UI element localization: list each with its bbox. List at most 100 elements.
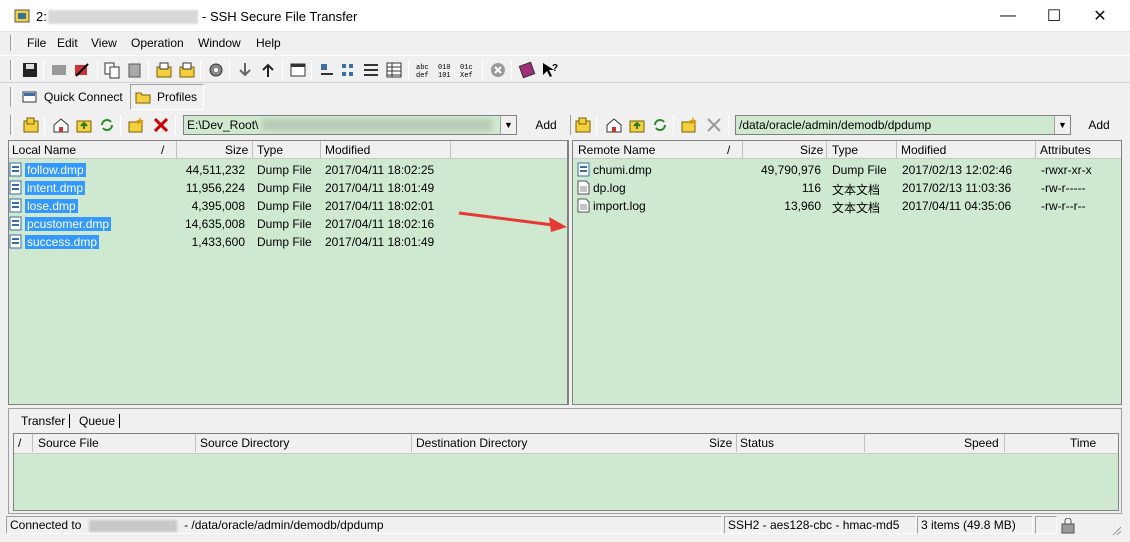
tab-transfer[interactable]: Transfer xyxy=(21,414,71,428)
svg-text:Xef: Xef xyxy=(460,72,473,79)
local-file-size: 14,635,008 xyxy=(184,217,245,231)
local-col-name[interactable]: Local Name xyxy=(12,143,76,157)
local-header: Local Name / Size Type Modified xyxy=(9,141,567,159)
local-file-type: Dump File xyxy=(257,181,312,195)
transfer-list[interactable]: / Source File Source Directory Destinati… xyxy=(13,433,1119,511)
remote-file-modified: 2017/04/11 04:35:06 xyxy=(902,199,1012,213)
minimize-button[interactable]: — xyxy=(985,0,1031,32)
remote-col-size[interactable]: Size xyxy=(800,143,823,157)
local-file-row[interactable]: follow.dmp 44,511,232 Dump File 2017/04/11 … xyxy=(9,161,567,179)
transfer-col-source-dir[interactable]: Source Directory xyxy=(200,436,289,450)
remote-path-dropdown-icon[interactable]: ▼ xyxy=(1054,116,1070,134)
remote-col-name[interactable]: Remote Name xyxy=(578,143,655,157)
transfer-col-size[interactable]: Size xyxy=(709,436,732,450)
copy-icon[interactable] xyxy=(103,61,121,79)
upload-arrow-icon[interactable] xyxy=(259,61,277,79)
menu-view[interactable]: View xyxy=(91,36,117,50)
ascii-mode-icon[interactable]: abcdef xyxy=(415,61,433,79)
settings-icon[interactable] xyxy=(207,61,225,79)
local-parent-folder-icon[interactable] xyxy=(22,116,40,134)
transfer-col-time[interactable]: Time xyxy=(1070,436,1096,450)
local-home-icon[interactable] xyxy=(52,116,70,134)
menu-edit[interactable]: Edit xyxy=(57,36,78,50)
local-path-combo[interactable]: E:\Dev_Root\ ▼ xyxy=(183,115,517,135)
quick-connect-label: Quick Connect xyxy=(44,90,123,104)
stop-icon[interactable] xyxy=(489,61,507,79)
status-path: - /data/oracle/admin/demodb/dpdump xyxy=(184,518,384,532)
remote-file-row[interactable]: chumi.dmp 49,790,976 Dump File 2017/02/13 1… xyxy=(577,161,1121,179)
remote-delete-icon[interactable] xyxy=(705,116,723,134)
local-file-name: intent.dmp xyxy=(25,181,86,195)
profiles-button[interactable]: Profiles xyxy=(130,84,204,110)
remote-parent-folder-icon[interactable] xyxy=(574,116,592,134)
local-refresh-icon[interactable] xyxy=(98,116,116,134)
local-file-row[interactable]: intent.dmp 11,956,224 Dump File 2017/04/11 … xyxy=(9,179,567,197)
remote-file-name: import.log xyxy=(593,199,646,213)
properties-icon[interactable] xyxy=(289,61,307,79)
local-file-pane[interactable]: Local Name / Size Type Modified follow.d… xyxy=(8,140,568,405)
transfer-col-sort: / xyxy=(18,436,22,450)
transfer-col-source-file[interactable]: Source File xyxy=(38,436,99,450)
remote-new-folder-icon[interactable] xyxy=(680,116,698,134)
local-add-button[interactable]: Add xyxy=(527,114,565,136)
menu-file[interactable]: File xyxy=(27,36,46,50)
menu-help[interactable]: Help xyxy=(256,36,281,50)
menu-window[interactable]: Window xyxy=(198,36,241,50)
tab-queue[interactable]: Queue xyxy=(79,414,121,428)
remote-add-button[interactable]: Add xyxy=(1080,114,1118,136)
close-button[interactable]: ✕ xyxy=(1077,0,1123,32)
download-arrow-icon[interactable] xyxy=(236,61,254,79)
list-view-icon[interactable] xyxy=(362,61,380,79)
hidden-host-name xyxy=(48,10,198,24)
save-icon[interactable] xyxy=(21,61,39,79)
remote-path-combo[interactable]: /data/oracle/admin/demodb/dpdump ▼ xyxy=(735,115,1071,135)
context-help-icon[interactable]: ? xyxy=(541,61,559,79)
maximize-button[interactable]: ☐ xyxy=(1031,0,1077,32)
download-folder-icon[interactable] xyxy=(178,61,196,79)
transfer-col-status[interactable]: Status xyxy=(740,436,774,450)
hidden-host xyxy=(88,519,177,532)
remote-file-name: chumi.dmp xyxy=(593,163,652,177)
paste-icon[interactable] xyxy=(126,61,144,79)
remote-file-type: Dump File xyxy=(832,163,887,177)
resize-grip[interactable] xyxy=(1110,524,1122,536)
binary-mode-icon[interactable]: 010101 xyxy=(437,61,455,79)
menu-bar: File Edit View Operation Window Help xyxy=(0,32,1130,54)
local-new-folder-icon[interactable] xyxy=(127,116,145,134)
dump-file-icon xyxy=(9,180,22,195)
small-icons-icon[interactable] xyxy=(340,61,358,79)
local-col-size[interactable]: Size xyxy=(225,143,248,157)
remote-up-folder-icon[interactable] xyxy=(628,116,646,134)
remote-file-row[interactable]: import.log 13,960 文本文档 2017/04/11 04:35:06 -… xyxy=(577,197,1121,215)
large-icons-icon[interactable] xyxy=(318,61,336,79)
upload-folder-icon[interactable] xyxy=(155,61,173,79)
auto-mode-icon[interactable]: 01cXef xyxy=(459,61,477,79)
remote-home-icon[interactable] xyxy=(605,116,623,134)
local-file-name: follow.dmp xyxy=(25,163,86,177)
text-file-icon xyxy=(577,180,590,195)
local-path-dropdown-icon[interactable]: ▼ xyxy=(500,116,516,134)
local-file-row[interactable]: success.dmp 1,433,600 Dump File 2017/04/11 … xyxy=(9,233,567,251)
transfer-col-dest-dir[interactable]: Destination Directory xyxy=(416,436,527,450)
dump-file-icon xyxy=(577,162,590,177)
local-col-type[interactable]: Type xyxy=(257,143,283,157)
remote-file-attributes: -rwxr-xr-x xyxy=(1041,163,1092,177)
remote-col-attributes[interactable]: Attributes xyxy=(1040,143,1091,157)
terminal-icon[interactable] xyxy=(50,61,68,79)
remote-refresh-icon[interactable] xyxy=(651,116,669,134)
help-book-icon[interactable] xyxy=(518,61,536,79)
annotation-arrow xyxy=(458,211,567,232)
remote-file-row[interactable]: dp.log 116 文本文档 2017/02/13 11:03:36 -rw-r---… xyxy=(577,179,1121,197)
menu-operation[interactable]: Operation xyxy=(131,36,184,50)
local-up-folder-icon[interactable] xyxy=(75,116,93,134)
folder-icon xyxy=(135,92,151,104)
quick-connect-button[interactable]: Quick Connect xyxy=(17,84,127,110)
local-col-modified[interactable]: Modified xyxy=(325,143,370,157)
remote-col-type[interactable]: Type xyxy=(832,143,858,157)
remote-file-pane[interactable]: Remote Name / Size Type Modified Attribu… xyxy=(572,140,1122,405)
transfer-col-speed[interactable]: Speed xyxy=(964,436,999,450)
disconnect-icon[interactable] xyxy=(73,61,91,79)
local-delete-icon[interactable] xyxy=(152,116,170,134)
remote-col-modified[interactable]: Modified xyxy=(901,143,946,157)
details-view-icon[interactable] xyxy=(385,61,403,79)
